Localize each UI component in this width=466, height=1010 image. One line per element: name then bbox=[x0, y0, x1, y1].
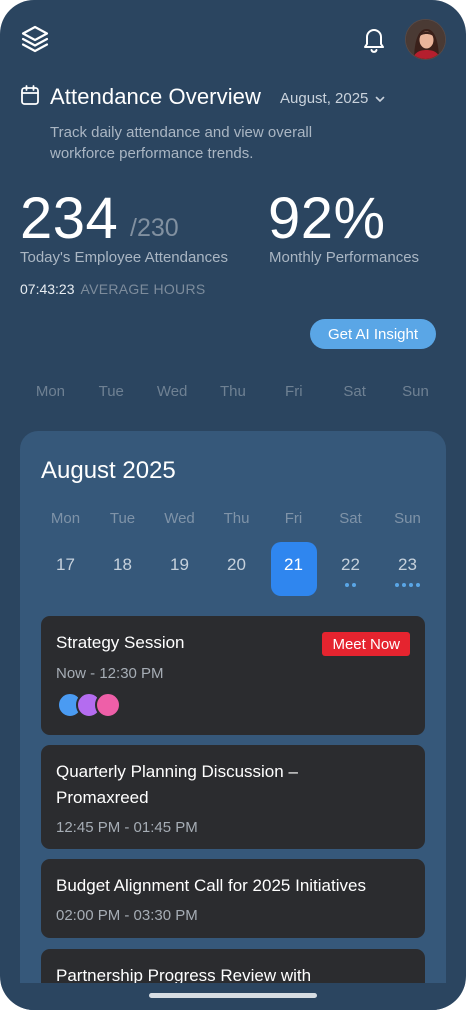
event-card[interactable]: Strategy Session Now - 12:30 PM Meet Now bbox=[41, 616, 425, 735]
calendar-dates: 17 18 19 20 21 22 23 bbox=[37, 541, 436, 597]
weekday-label: Thu bbox=[223, 510, 250, 527]
event-card[interactable]: Budget Alignment Call for 2025 Initiativ… bbox=[41, 859, 425, 938]
date-cell[interactable]: 22 bbox=[322, 541, 379, 597]
weekday-label: Mon bbox=[50, 510, 81, 527]
date-cell[interactable]: 20 bbox=[208, 541, 265, 597]
event-title: Budget Alignment Call for 2025 Initiativ… bbox=[56, 876, 366, 895]
participant-avatar bbox=[95, 692, 121, 718]
date-cell[interactable]: 23 bbox=[379, 541, 436, 597]
weekday-label: Wed bbox=[164, 510, 195, 527]
home-indicator-area bbox=[0, 983, 466, 1010]
performance-value: 92% bbox=[268, 186, 386, 251]
weekday-label[interactable]: Tue bbox=[81, 383, 142, 400]
week-strip: Mon Tue Wed Thu Fri Sat Sun bbox=[20, 383, 446, 400]
page-subtitle: Track daily attendance and view overall … bbox=[50, 124, 313, 162]
event-dot bbox=[402, 583, 406, 587]
weekday-label[interactable]: Wed bbox=[142, 383, 203, 400]
event-dots bbox=[322, 583, 379, 587]
meet-now-button[interactable]: Meet Now bbox=[322, 632, 410, 656]
weekday-label: Tue bbox=[109, 510, 136, 527]
event-title: Quarterly Planning Discussion – Promaxre… bbox=[56, 762, 298, 807]
date-number: 18 bbox=[113, 555, 132, 574]
date-number: 23 bbox=[398, 555, 417, 574]
date-cell-selected[interactable]: 21 bbox=[265, 541, 322, 597]
page-title: Attendance Overview bbox=[50, 84, 262, 109]
date-cell[interactable]: 17 bbox=[37, 541, 94, 597]
bell-icon[interactable] bbox=[361, 26, 387, 54]
layers-icon[interactable] bbox=[20, 24, 50, 54]
date-number: 19 bbox=[170, 555, 189, 574]
date-cell[interactable]: 19 bbox=[151, 541, 208, 597]
weekday-label[interactable]: Sat bbox=[324, 383, 385, 400]
month-label: August, 2025 bbox=[280, 90, 369, 107]
participant-avatars bbox=[57, 692, 147, 718]
event-dot bbox=[409, 583, 413, 587]
weekday-label[interactable]: Thu bbox=[203, 383, 264, 400]
event-dot bbox=[352, 583, 356, 587]
get-ai-insight-button[interactable]: Get AI Insight bbox=[310, 319, 436, 349]
average-label: AVERAGE HOURS bbox=[80, 281, 206, 297]
weekday-label[interactable]: Fri bbox=[263, 383, 324, 400]
date-cell[interactable]: 18 bbox=[94, 541, 151, 597]
attendance-total: /230 bbox=[130, 214, 179, 242]
weekday-label[interactable]: Mon bbox=[20, 383, 81, 400]
home-indicator[interactable] bbox=[149, 993, 317, 998]
event-time: 12:45 PM - 01:45 PM bbox=[56, 819, 198, 836]
avatar[interactable] bbox=[405, 19, 446, 60]
event-title: Strategy Session bbox=[56, 633, 185, 652]
weekday-label: Fri bbox=[284, 510, 303, 527]
calendar-card: August 2025 Mon Tue Wed Thu Fri Sat Sun … bbox=[20, 431, 446, 1010]
event-dot bbox=[345, 583, 349, 587]
weekday-label: Sun bbox=[394, 510, 421, 527]
calendar-weekdays: Mon Tue Wed Thu Fri Sat Sun bbox=[37, 510, 436, 527]
date-number: 17 bbox=[56, 555, 75, 574]
event-dot bbox=[416, 583, 420, 587]
attendance-count: 234 bbox=[20, 186, 119, 251]
attendance-label: Today's Employee Attendances bbox=[20, 249, 228, 266]
event-card[interactable]: Quarterly Planning Discussion – Promaxre… bbox=[41, 745, 425, 849]
date-number: 20 bbox=[227, 555, 246, 574]
month-selector[interactable]: August, 2025 bbox=[280, 90, 386, 107]
chevron-down-icon bbox=[376, 96, 385, 102]
average-time: 07:43:23 bbox=[20, 281, 75, 297]
weekday-label: Sat bbox=[339, 510, 362, 527]
weekday-label[interactable]: Sun bbox=[385, 383, 446, 400]
date-number: 21 bbox=[284, 555, 303, 574]
event-dot bbox=[395, 583, 399, 587]
top-bar bbox=[0, 0, 466, 80]
calendar-title: August 2025 bbox=[41, 457, 176, 484]
event-dots bbox=[379, 583, 436, 587]
event-time: Now - 12:30 PM bbox=[56, 665, 164, 682]
calendar-icon bbox=[21, 85, 39, 105]
date-number: 22 bbox=[341, 555, 360, 574]
performance-label: Monthly Performances bbox=[269, 249, 420, 266]
average-hours: 07:43:23 AVERAGE HOURS bbox=[20, 281, 206, 297]
app-screen: Attendance Overview August, 2025 Track d… bbox=[0, 0, 466, 1010]
event-time: 02:00 PM - 03:30 PM bbox=[56, 907, 198, 924]
